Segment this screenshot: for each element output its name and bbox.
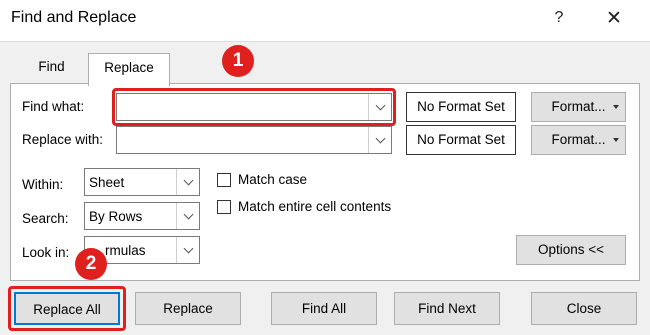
window-title: Find and Replace xyxy=(11,9,137,26)
tab-replace-label: Replace xyxy=(104,60,154,75)
chevron-down-icon[interactable] xyxy=(176,169,199,195)
find-next-button[interactable]: Find Next xyxy=(394,292,500,325)
tab-find[interactable]: Find xyxy=(24,53,79,84)
replace-with-label: Replace with: xyxy=(22,132,104,147)
replace-all-highlight xyxy=(8,286,126,331)
replace-with-input[interactable] xyxy=(116,126,392,154)
step-1-badge: 1 xyxy=(222,45,254,77)
within-select[interactable]: Sheet xyxy=(84,168,200,196)
find-format-preview: No Format Set xyxy=(406,92,516,122)
replace-format-preview: No Format Set xyxy=(406,125,516,155)
close-icon[interactable]: ✕ xyxy=(603,7,625,30)
replace-format-label: Format... xyxy=(551,132,606,147)
chevron-down-icon[interactable] xyxy=(368,127,391,153)
find-all-button[interactable]: Find All xyxy=(271,292,377,325)
search-label: Search: xyxy=(22,211,69,226)
find-what-highlight xyxy=(112,88,396,126)
match-entire-label: Match entire cell contents xyxy=(238,199,392,214)
find-what-label: Find what: xyxy=(22,99,85,114)
within-label: Within: xyxy=(22,177,64,192)
replace-button[interactable]: Replace xyxy=(135,292,241,325)
search-select[interactable]: By Rows xyxy=(84,202,200,230)
replace-format-button[interactable]: Format... xyxy=(531,125,626,155)
step-2-badge: 2 xyxy=(75,248,107,280)
find-format-button[interactable]: Format... xyxy=(531,92,626,122)
chevron-down-icon[interactable] xyxy=(176,237,199,263)
search-value: By Rows xyxy=(89,209,143,224)
match-case-checkbox[interactable] xyxy=(217,173,231,187)
find-format-label: Format... xyxy=(551,99,606,114)
menu-arrow-icon xyxy=(613,105,619,109)
close-button[interactable]: Close xyxy=(531,292,637,325)
options-button[interactable]: Options << xyxy=(516,235,626,265)
menu-arrow-icon xyxy=(613,138,619,142)
within-value: Sheet xyxy=(89,175,125,190)
help-icon[interactable]: ? xyxy=(549,9,569,27)
match-entire-checkbox[interactable] xyxy=(217,200,231,214)
chevron-down-icon[interactable] xyxy=(176,203,199,229)
look-in-value: rmulas xyxy=(105,243,146,258)
look-in-label: Look in: xyxy=(22,245,70,260)
tab-find-label: Find xyxy=(38,59,65,74)
match-case-label: Match case xyxy=(238,172,308,187)
tab-replace[interactable]: Replace xyxy=(88,53,170,86)
